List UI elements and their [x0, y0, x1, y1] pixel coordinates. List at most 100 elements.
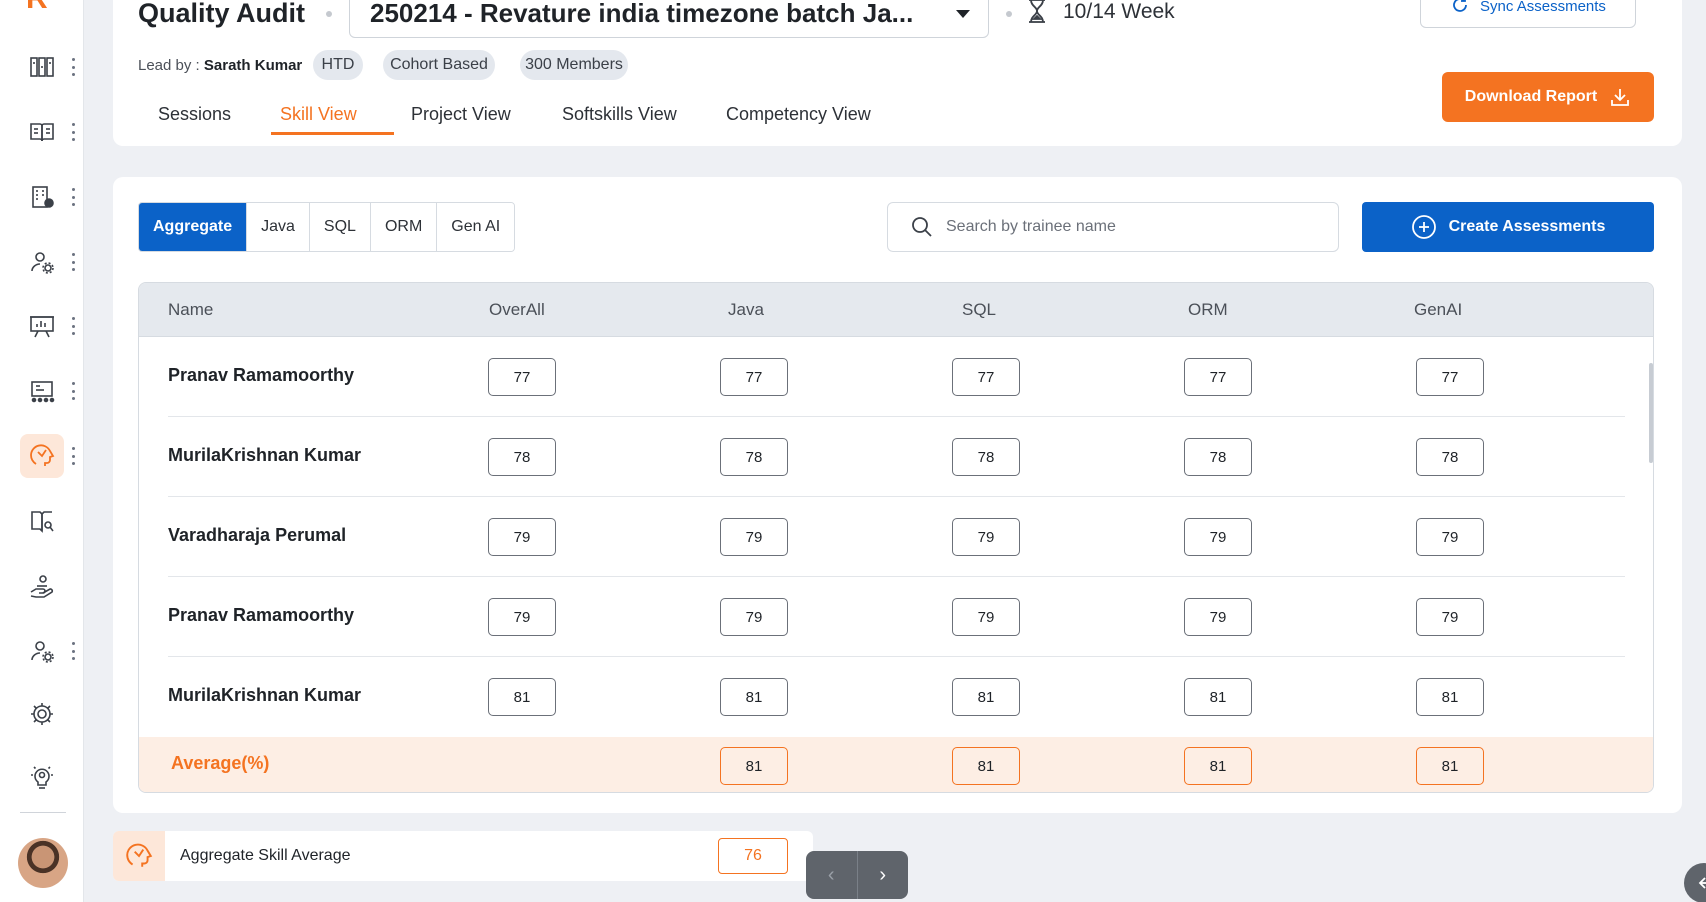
score-sql: 81: [952, 678, 1020, 716]
header-card: Quality Audit 250214 - Revature india ti…: [113, 0, 1682, 146]
trainee-name: MurilaKrishnan Kumar: [168, 445, 362, 465]
more-dots-icon[interactable]: [70, 123, 76, 141]
trainee-name: Varadharaja Perumal: [168, 525, 347, 545]
next-page-button[interactable]: ›: [856, 851, 909, 899]
more-dots-icon[interactable]: [70, 188, 76, 206]
score-overall: 79: [488, 518, 556, 556]
score-overall: 78: [488, 438, 556, 476]
average-orm: 81: [1184, 747, 1252, 785]
filter-java[interactable]: Java: [247, 203, 310, 251]
chip-type: HTD: [313, 50, 363, 80]
score-genai: 79: [1416, 518, 1484, 556]
building-icon[interactable]: [20, 175, 64, 219]
score-orm: 78: [1184, 438, 1252, 476]
schedule-icon[interactable]: [20, 369, 64, 413]
score-java: 79: [720, 518, 788, 556]
score-orm: 81: [1184, 678, 1252, 716]
skill-icon[interactable]: [20, 434, 64, 478]
filter-gen-ai[interactable]: Gen AI: [437, 203, 515, 251]
filter-sql[interactable]: SQL: [309, 203, 371, 251]
more-dots-icon[interactable]: [70, 317, 76, 335]
separator-dot: [326, 11, 332, 17]
week-progress: 10/14 Week: [1063, 0, 1175, 23]
score-java: 79: [720, 598, 788, 636]
table-scrollbar[interactable]: [1649, 363, 1653, 463]
column-header-genai: GenAI: [1414, 300, 1463, 319]
trainee-name: Pranav Ramamoorthy: [168, 605, 355, 625]
table-row[interactable]: MurilaKrishnan Kumar 78 78 78 78 78: [139, 417, 1653, 497]
score-sql: 79: [952, 598, 1020, 636]
table-header: Name OverAll Java SQL ORM GenAI: [139, 283, 1653, 337]
search-icon: [912, 217, 932, 237]
table-row[interactable]: Pranav Ramamoorthy 77 77 77 77 77: [139, 337, 1653, 417]
active-tab-indicator: [271, 132, 394, 135]
download-report-label: Download Report: [1464, 88, 1598, 105]
score-genai: 81: [1416, 678, 1484, 716]
more-dots-icon[interactable]: [70, 642, 76, 660]
filter-aggregate[interactable]: Aggregate: [139, 203, 248, 251]
user-settings-icon[interactable]: [20, 240, 64, 284]
pagination-control: ‹ ›: [806, 851, 908, 899]
prev-page-button[interactable]: ‹: [806, 851, 857, 899]
more-dots-icon[interactable]: [70, 58, 76, 76]
lead-prefix: Lead by :: [138, 57, 200, 74]
table-row[interactable]: Varadharaja Perumal 79 79 79 79 79: [139, 497, 1653, 577]
plus-circle-icon: [1411, 215, 1436, 239]
skill-view-card: Aggregate Java SQL ORM Gen AI Create Ass…: [113, 177, 1682, 813]
tab-skill-view[interactable]: Skill View: [280, 100, 357, 146]
brand-logo[interactable]: R: [26, 0, 56, 14]
book-icon[interactable]: [20, 110, 64, 154]
chevron-down-icon: [956, 10, 970, 18]
sidebar-divider: [20, 812, 66, 813]
sidebar: R: [0, 0, 84, 902]
tab-softskills-view[interactable]: Softskills View: [562, 100, 677, 146]
lead-name: Sarath Kumar: [203, 57, 303, 74]
sync-assessments-button[interactable]: Sync Assessments: [1420, 0, 1636, 28]
table-row[interactable]: MurilaKrishnan Kumar 81 81 81 81 81: [139, 657, 1653, 737]
floating-action-button[interactable]: [1684, 863, 1706, 902]
search-input[interactable]: [946, 218, 1306, 236]
reading-icon[interactable]: [20, 499, 64, 543]
average-java: 81: [720, 747, 788, 785]
scores-table: Name OverAll Java SQL ORM GenAI Pranav R…: [138, 282, 1654, 793]
table-row[interactable]: Pranav Ramamoorthy 79 79 79 79 79: [139, 577, 1653, 657]
score-sql: 77: [952, 358, 1020, 396]
score-java: 77: [720, 358, 788, 396]
lightbulb-gear-icon[interactable]: [20, 755, 64, 799]
presentation-icon[interactable]: [20, 304, 64, 348]
download-report-button[interactable]: Download Report: [1442, 72, 1654, 122]
more-dots-icon[interactable]: [70, 447, 76, 465]
average-sql: 81: [952, 747, 1020, 785]
aggregate-summary: Aggregate Skill Average 76: [113, 831, 813, 881]
skill-filter-group: Aggregate Java SQL ORM Gen AI: [138, 202, 516, 252]
avatar[interactable]: [18, 838, 68, 888]
more-dots-icon[interactable]: [70, 253, 76, 271]
sync-icon: [1453, 0, 1467, 12]
tab-competency-view[interactable]: Competency View: [726, 100, 871, 146]
filter-orm[interactable]: ORM: [370, 203, 438, 251]
more-dots-icon[interactable]: [70, 382, 76, 400]
create-assessments-label: Create Assessments: [1448, 218, 1606, 235]
score-genai: 79: [1416, 598, 1484, 636]
hand-user-icon[interactable]: [20, 564, 64, 608]
create-assessments-button[interactable]: Create Assessments: [1362, 202, 1654, 252]
score-java: 78: [720, 438, 788, 476]
user-settings-icon[interactable]: [20, 629, 64, 673]
separator-dot: [1006, 11, 1012, 17]
batch-select[interactable]: 250214 - Revature india timezone batch J…: [349, 0, 989, 38]
average-row: Average(%) 81 81 81 81: [139, 737, 1653, 792]
tab-sessions[interactable]: Sessions: [158, 100, 231, 146]
search-box[interactable]: [887, 202, 1339, 252]
dashboard-icon[interactable]: [20, 45, 64, 89]
chip-cohort: Cohort Based: [383, 50, 495, 80]
gear-icon[interactable]: [20, 692, 64, 736]
batch-select-value: 250214 - Revature india timezone batch J…: [370, 0, 914, 28]
score-orm: 79: [1184, 518, 1252, 556]
download-icon: [1611, 89, 1630, 106]
lead-info: Lead by : Sarath Kumar: [138, 57, 302, 74]
hourglass-icon: [1029, 0, 1045, 23]
column-header-sql: SQL: [962, 300, 997, 319]
page-title: Quality Audit: [138, 0, 305, 28]
skill-icon: [113, 831, 165, 881]
tab-project-view[interactable]: Project View: [411, 100, 511, 146]
